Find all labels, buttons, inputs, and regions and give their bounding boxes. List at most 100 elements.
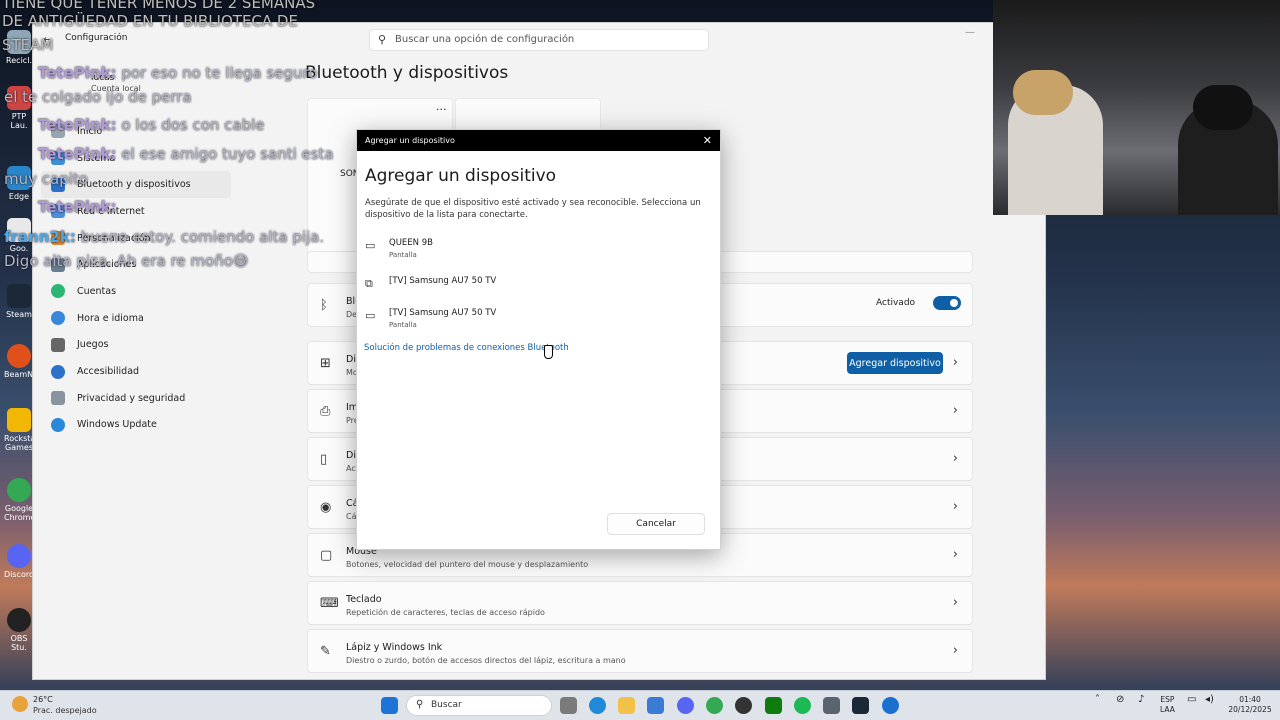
overlay-line: DE ANTIGÜEDAD EN TU BIBLIOTECA DE xyxy=(2,12,298,30)
taskbar-search[interactable]: ⚲ Buscar xyxy=(406,695,552,716)
overlay-line: TIENE QUE TENER MENOS DE 2 SEMANAS xyxy=(2,0,316,12)
device-list-item[interactable]: ▭ QUEEN 9B Pantalla xyxy=(365,238,705,264)
microphone-icon[interactable]: ♪ xyxy=(1138,695,1144,705)
weather-desc[interactable]: Prac. despejado xyxy=(33,706,97,715)
monitor-icon: ▭ xyxy=(365,239,376,252)
nav-item-cuentas[interactable]: Cuentas xyxy=(41,278,231,305)
chat-message: TetePink: xyxy=(38,198,117,216)
edge-icon[interactable] xyxy=(589,697,606,714)
chat-message: frann2k: bueno estoy. comiendo alta pija… xyxy=(4,228,325,246)
nav-item-privacidad[interactable]: Privacidad y seguridad xyxy=(41,385,231,412)
weather-temp[interactable]: 26°C xyxy=(33,695,53,704)
desktop-icon-steam[interactable]: Steam xyxy=(4,284,34,319)
desktop-icon-chrome[interactable]: Google Chrome xyxy=(4,478,35,522)
camera-icon: ◉ xyxy=(320,500,332,515)
language-indicator[interactable]: ESP LAA xyxy=(1160,695,1175,715)
phone-icon: ▯ xyxy=(320,452,328,467)
chevron-right-icon: › xyxy=(952,547,958,562)
monitor-icon: ▭ xyxy=(365,309,376,322)
file-explorer-icon[interactable] xyxy=(618,697,635,714)
desktop-icon-discord[interactable]: Discord xyxy=(4,544,34,579)
devices-icon: ⊞ xyxy=(320,356,331,371)
troubleshoot-link[interactable]: Solución de problemas de conexiones Blue… xyxy=(364,343,569,353)
volume-icon[interactable]: ◂) xyxy=(1205,695,1214,705)
store-icon[interactable] xyxy=(647,697,664,714)
nav-item-windows-update[interactable]: Windows Update xyxy=(41,412,231,439)
window-title: Configuración xyxy=(65,33,128,43)
bluetooth-toggle[interactable] xyxy=(933,296,961,310)
mouse-icon: ▢ xyxy=(320,548,333,563)
webcam-person-left-head xyxy=(1013,70,1073,115)
chevron-up-icon[interactable]: ˄ xyxy=(1095,695,1100,705)
chevron-right-icon: › xyxy=(952,595,958,610)
search-icon: ⚲ xyxy=(378,33,387,46)
settings-search-input[interactable]: ⚲ Buscar una opción de configuración xyxy=(369,29,709,51)
add-device-button[interactable]: Agregar dispositivo xyxy=(847,352,943,374)
chat-message: muy capito xyxy=(4,170,88,188)
xbox-icon[interactable] xyxy=(765,697,782,714)
discord-icon[interactable] xyxy=(677,697,694,714)
weather-sun-icon[interactable] xyxy=(12,696,28,712)
chevron-right-icon: › xyxy=(952,499,958,514)
desktop-icon-beamng[interactable]: BeamNG xyxy=(4,344,39,379)
taskbar: 26°C Prac. despejado ⚲ Buscar ˄ ⊘ ♪ ESP … xyxy=(0,690,1280,720)
desktop-icon-obs[interactable]: OBS Stu. xyxy=(4,608,34,652)
nav-item-hora[interactable]: Hora e idioma xyxy=(41,305,231,332)
spotify-icon[interactable] xyxy=(794,697,811,714)
steam-icon[interactable] xyxy=(852,697,869,714)
nav-item-accesibilidad[interactable]: Accesibilidad xyxy=(41,358,231,385)
nav-item-juegos[interactable]: Juegos xyxy=(41,332,231,359)
webcam-overlay xyxy=(993,0,1280,215)
clock[interactable]: 01:40 20/12/2025 xyxy=(1224,695,1276,715)
start-icon[interactable] xyxy=(381,697,398,714)
minimize-icon[interactable]: — xyxy=(965,27,975,38)
task-view-icon[interactable] xyxy=(560,697,577,714)
chrome-icon[interactable] xyxy=(706,697,723,714)
settings-gear-icon[interactable] xyxy=(823,697,840,714)
close-icon[interactable]: ✕ xyxy=(703,134,712,147)
chat-message: el te colgado ijo de perra xyxy=(4,88,192,106)
chevron-right-icon: › xyxy=(952,355,958,370)
dialog-bar-title: Agregar un dispositivo xyxy=(365,136,455,145)
chevron-right-icon: › xyxy=(952,403,958,418)
gamepad-icon xyxy=(51,337,65,352)
clock-date: 20/12/2025 xyxy=(1228,705,1272,714)
chat-message: Digo alta piza. Ah era re moño😅 xyxy=(4,252,249,270)
notification-icon[interactable]: ⊘ xyxy=(1116,695,1124,705)
account-icon xyxy=(51,284,65,299)
shield-icon xyxy=(51,391,65,406)
pen-row[interactable]: ✎ Lápiz y Windows Ink Diestro o zurdo, b… xyxy=(307,629,973,673)
obs-icon[interactable] xyxy=(735,697,752,714)
device-list-item[interactable]: ⧉ [TV] Samsung AU7 50 TV xyxy=(365,276,705,296)
device-list-item[interactable]: ▭ [TV] Samsung AU7 50 TV Pantalla xyxy=(365,308,705,334)
accessibility-icon xyxy=(51,364,65,379)
keyboard-row[interactable]: ⌨ Teclado Repetición de caracteres, tecl… xyxy=(307,581,973,625)
overlay-line: STEAM xyxy=(2,36,54,54)
chevron-right-icon: › xyxy=(952,643,958,658)
dialog-description: Asegúrate de que el dispositivo esté act… xyxy=(365,198,701,220)
chat-message: TetePink: el ese amigo tuyo santi esta xyxy=(38,145,334,163)
clock-time: 01:40 xyxy=(1239,695,1261,704)
add-device-dialog: Agregar un dispositivo ✕ Agregar un disp… xyxy=(356,129,721,550)
bluetooth-toggle-label: Activado xyxy=(876,298,916,308)
update-icon xyxy=(51,417,65,432)
settings-nav: Inicio Sistema Bluetooth y dispositivos … xyxy=(41,118,231,438)
keyboard-icon: ⌨ xyxy=(320,596,339,611)
globe-icon xyxy=(51,311,65,326)
chat-message: TetePink: por eso no te llega seguro xyxy=(38,64,318,82)
pen-icon: ✎ xyxy=(320,644,331,659)
network-icon[interactable]: ▭ xyxy=(1187,695,1196,705)
bluetooth-icon: ᛒ xyxy=(320,298,328,313)
webcam-person-right-head xyxy=(1193,85,1253,130)
search-icon: ⚲ xyxy=(416,699,424,710)
desktop-icon-rockstar[interactable]: Rockstar Games xyxy=(4,408,39,452)
printer-icon: ⎙ xyxy=(320,404,331,419)
mouse-cursor-icon xyxy=(544,345,553,359)
ufl-icon[interactable] xyxy=(882,697,899,714)
search-placeholder: Buscar una opción de configuración xyxy=(395,34,575,45)
page-title: Bluetooth y dispositivos xyxy=(305,63,509,83)
cast-icon: ⧉ xyxy=(365,277,373,290)
chevron-right-icon: › xyxy=(952,451,958,466)
more-options-icon[interactable]: ··· xyxy=(436,103,447,116)
cancel-button[interactable]: Cancelar xyxy=(607,513,705,535)
